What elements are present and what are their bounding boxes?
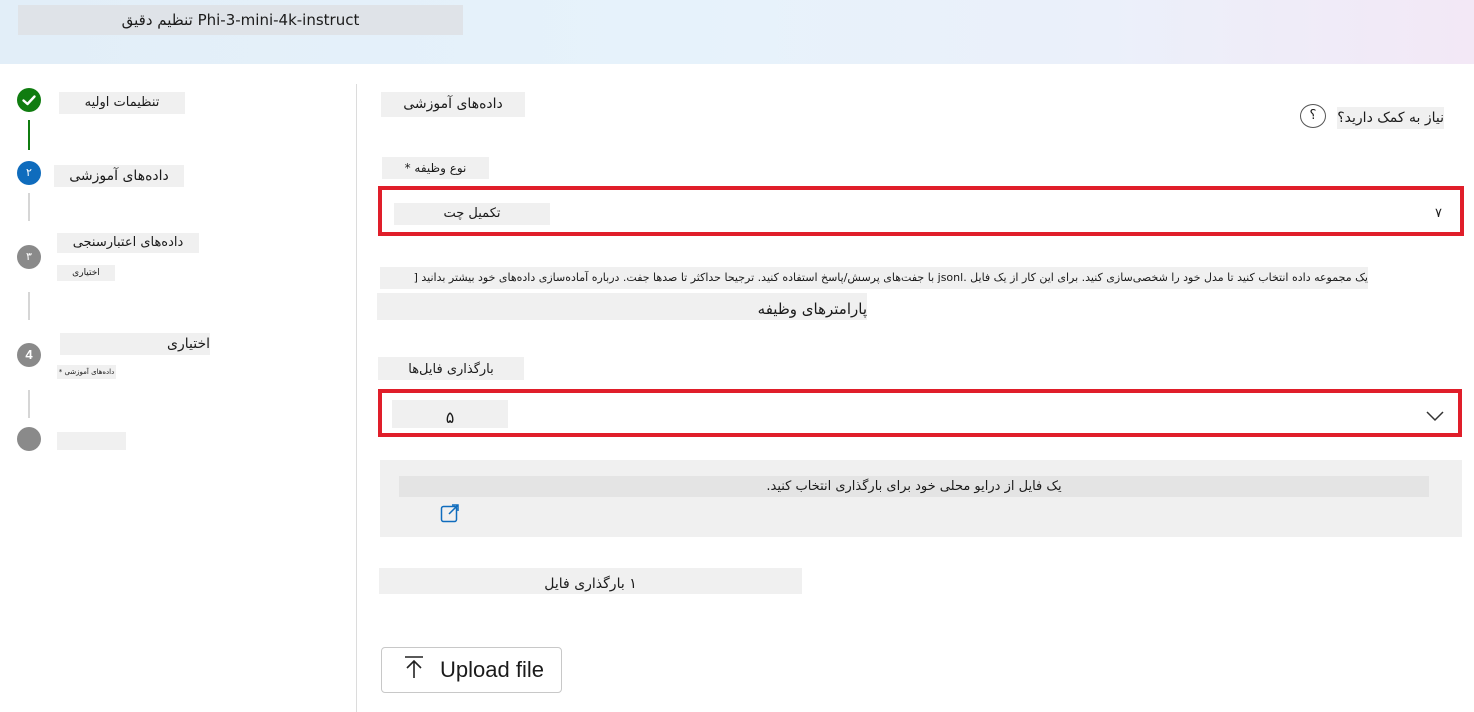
step-connector: [28, 292, 30, 320]
upload-source-dropdown[interactable]: ۵: [378, 389, 1462, 437]
top-banner: Phi-3-mini-4k-instruct تنظیم دقیق: [0, 0, 1474, 64]
local-file-text: یک فایل از درایو محلی خود برای بارگذاری …: [399, 476, 1429, 497]
upload-source-value: ۵: [392, 400, 508, 428]
upload-button-label: Upload file: [440, 657, 544, 682]
dataset-description: یک مجموعه داده انتخاب کنید تا مدل خود را…: [380, 267, 1368, 289]
task-type-marker: ۷: [1435, 206, 1442, 221]
step-2-indicator: ۲: [17, 161, 41, 185]
task-parameters-label[interactable]: پارامترهای وظیفه: [377, 293, 867, 320]
panel-divider: [356, 84, 357, 712]
step-5-label[interactable]: [57, 432, 126, 450]
page-title: Phi-3-mini-4k-instruct تنظیم دقیق: [18, 5, 463, 35]
help-link[interactable]: نیاز به کمک دارید؟: [1337, 107, 1444, 129]
step-5-indicator: [17, 427, 41, 451]
step-4-label[interactable]: اختیاری: [60, 333, 210, 355]
task-type-value: تکمیل چت: [394, 203, 550, 225]
step-1-label[interactable]: تنظیمات اولیه: [59, 92, 185, 114]
step-4-indicator: 4: [17, 343, 41, 367]
upload-files-label: بارگذاری فایل‌ها: [378, 357, 524, 380]
task-type-label: نوع وظیفه *: [382, 157, 489, 179]
step-2-label[interactable]: داده‌های آموزشی: [54, 165, 184, 187]
step-connector: [28, 120, 30, 150]
step-4-sublabel: داده‌های آموزشی *: [57, 365, 116, 379]
open-external-icon[interactable]: [440, 503, 460, 527]
step-3-label[interactable]: داده‌های اعتبارسنجی: [57, 233, 199, 253]
step-connector: [28, 390, 30, 418]
help-text: نیاز به کمک دارید؟: [1337, 110, 1444, 126]
step-connector: [28, 193, 30, 221]
upload-file-label: ۱ بارگذاری فایل: [379, 568, 802, 594]
upload-file-button[interactable]: Upload file: [381, 647, 562, 693]
task-type-dropdown[interactable]: تکمیل چت ۷: [378, 186, 1464, 236]
step-3-indicator: ۳: [17, 245, 41, 269]
help-icon[interactable]: ؟: [1300, 104, 1326, 128]
upload-icon: [404, 655, 424, 685]
chevron-down-icon: [1426, 407, 1444, 426]
step-3-sublabel: اختیاری: [57, 265, 115, 281]
section-title: داده‌های آموزشی: [381, 92, 525, 117]
step-1-complete-icon: [17, 88, 41, 112]
local-file-panel: یک فایل از درایو محلی خود برای بارگذاری …: [380, 460, 1462, 537]
